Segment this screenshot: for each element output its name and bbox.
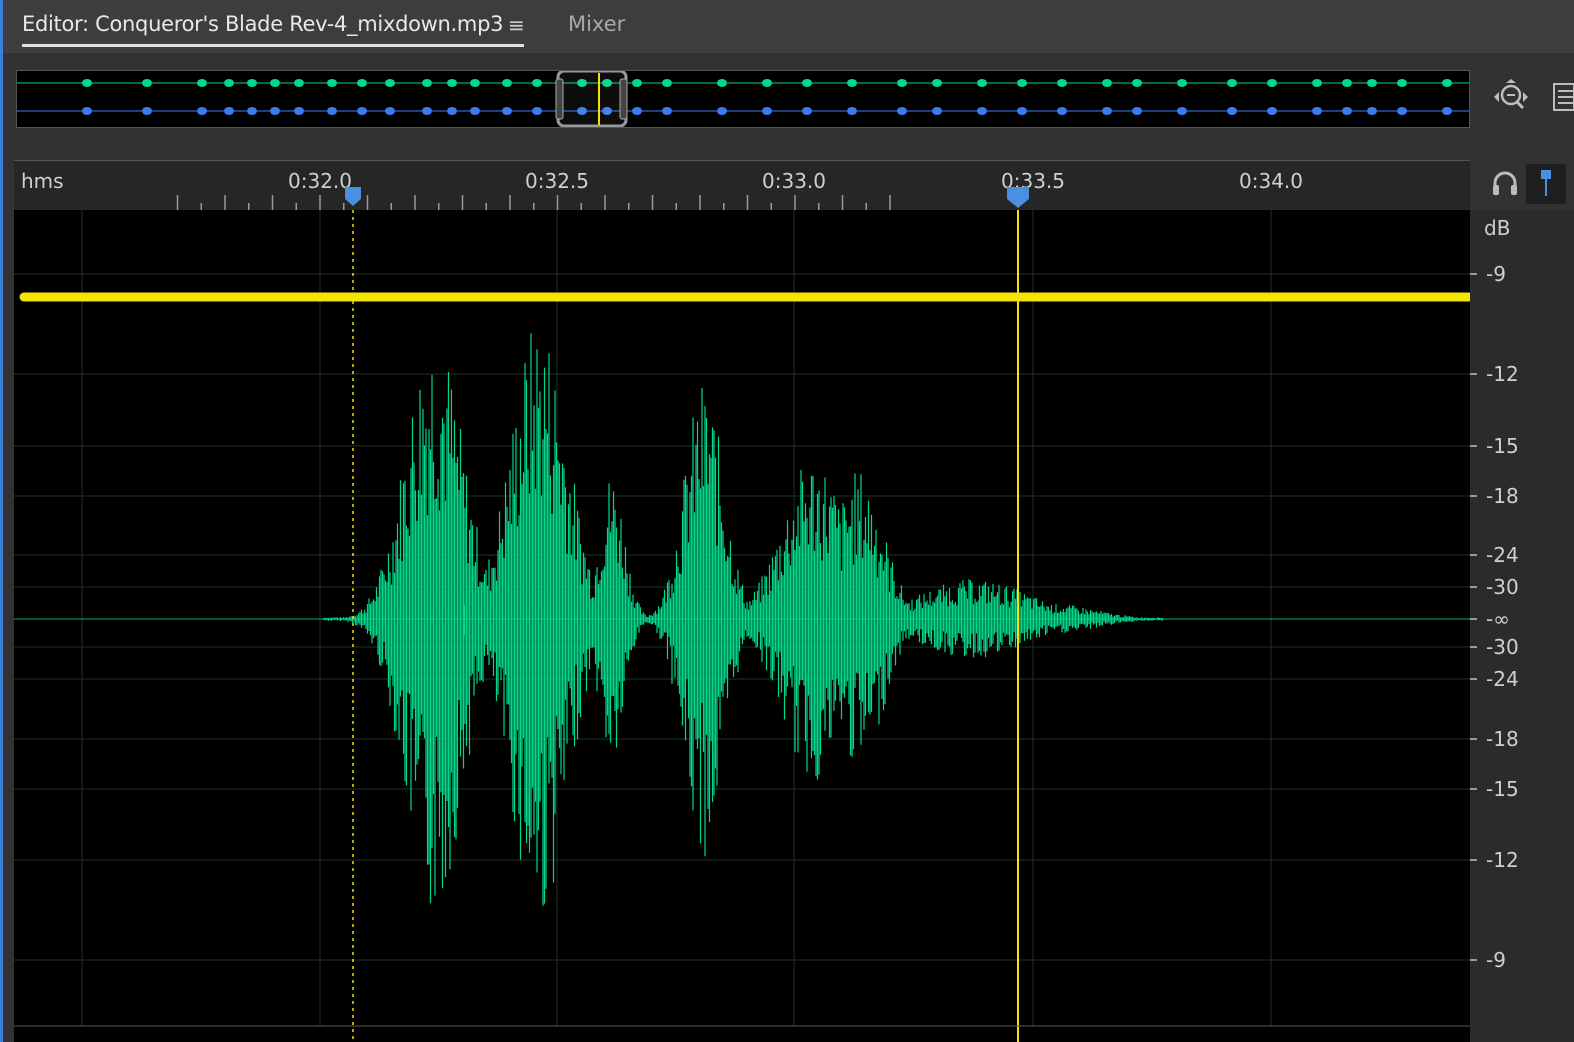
overview-waveform: [17, 71, 1469, 127]
db-scale-label: -24: [1486, 543, 1519, 567]
db-scale-tick: [1470, 646, 1477, 648]
db-scale-tick: [1470, 373, 1477, 375]
db-scale-tick: [1470, 586, 1477, 588]
db-scale-label: -30: [1486, 575, 1519, 599]
active-tab-underline: [22, 44, 524, 47]
db-scale-tick: [1470, 738, 1477, 740]
db-scale-tick: [1470, 554, 1477, 556]
db-scale-tick: [1470, 618, 1477, 620]
playhead-marker-icon[interactable]: [1007, 187, 1029, 208]
db-scale-label: -12: [1486, 848, 1519, 872]
headphone-icon[interactable]: [1490, 168, 1520, 198]
db-scale-label: -9: [1486, 948, 1506, 972]
db-scale: dB -9 -12 -15 -18 -24 -30 -∞ -30 -24 -18 -15 -12 -9: [1470, 210, 1574, 1042]
db-scale-label: -15: [1486, 434, 1519, 458]
db-scale-tick: [1470, 273, 1477, 275]
zoom-navigator-icon[interactable]: [1492, 78, 1530, 116]
db-scale-label: -∞: [1486, 607, 1510, 631]
marker-pin-icon: [1541, 170, 1551, 196]
ruler-ticks: [176, 187, 1029, 211]
db-scale-label: -15: [1486, 777, 1519, 801]
waveform-display[interactable]: [14, 210, 1470, 1042]
db-scale-tick: [1470, 445, 1477, 447]
in-marker-icon[interactable]: [345, 187, 361, 206]
marker-pin-button[interactable]: [1526, 164, 1566, 204]
db-unit-label: dB: [1484, 216, 1511, 240]
left-accent-bar: [0, 0, 3, 1042]
viewport-left-handle[interactable]: [555, 78, 564, 120]
db-scale-label: -24: [1486, 667, 1519, 691]
db-scale-tick: [1470, 678, 1477, 680]
tab-editor[interactable]: Editor: Conqueror's Blade Rev-4_mixdown.…: [22, 12, 503, 36]
db-scale-tick: [1470, 959, 1477, 961]
time-ruler[interactable]: hms 0:32.0 0:32.5 0:33.0 0:33.5 0:34.0: [14, 160, 1470, 211]
viewport-right-handle[interactable]: [619, 78, 628, 120]
db-scale-tick: [1470, 495, 1477, 497]
waveform-overview[interactable]: [16, 70, 1470, 128]
db-scale-label: -18: [1486, 727, 1519, 751]
db-scale-tick: [1470, 788, 1477, 790]
db-scale-label: -9: [1486, 262, 1506, 286]
list-icon[interactable]: [1550, 82, 1574, 112]
hamburger-menu-icon[interactable]: ≡: [508, 13, 525, 37]
waveform-canvas: [14, 210, 1470, 1042]
db-scale-label: -18: [1486, 484, 1519, 508]
tab-bar: Editor: Conqueror's Blade Rev-4_mixdown.…: [3, 0, 1574, 53]
db-scale-label: -12: [1486, 362, 1519, 386]
db-scale-label: -30: [1486, 635, 1519, 659]
overview-viewport[interactable]: [556, 71, 628, 127]
db-scale-tick: [1470, 859, 1477, 861]
tab-mixer[interactable]: Mixer: [568, 12, 625, 36]
